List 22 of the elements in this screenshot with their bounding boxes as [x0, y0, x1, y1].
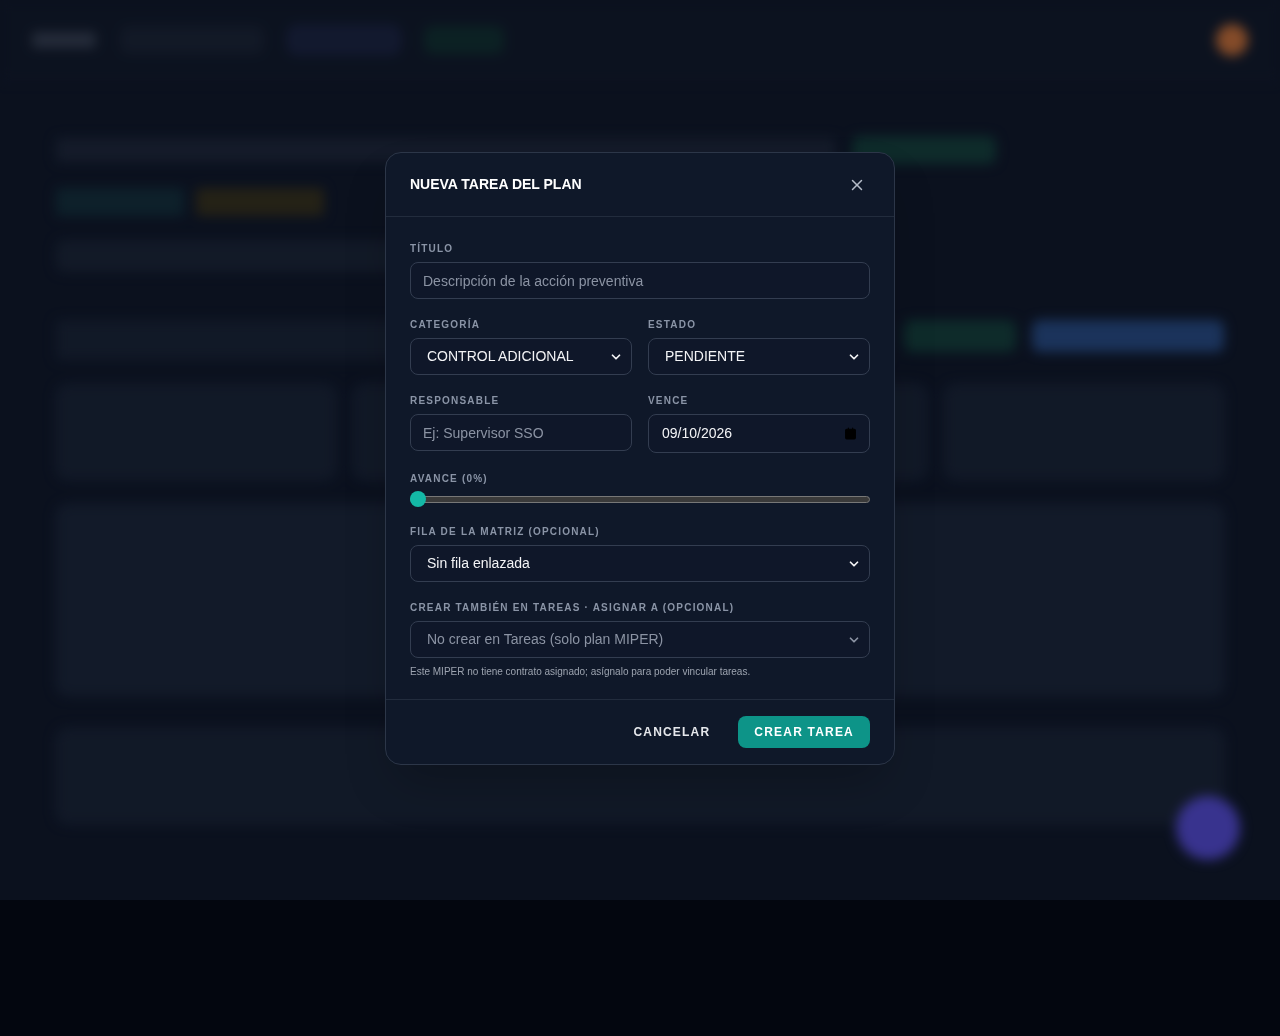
field-label: VENCE [648, 394, 690, 408]
field-label: FILA DE LA MATRIZ (OPCIONAL) [410, 525, 601, 539]
select-field[interactable]: CONTROL ADICIONAL [410, 338, 632, 375]
field-label: CREAR TAMBIÉN EN TAREAS · ASIGNAR A (OPCIONAL) [410, 600, 736, 615]
calendar-icon [844, 427, 857, 440]
field-label: AVANCE (0%) [410, 472, 489, 486]
date-field[interactable]: 09/10/2026 [648, 414, 870, 453]
field-label: RESPONSABLE [410, 394, 501, 408]
select-field[interactable]: PENDIENTE [648, 338, 870, 375]
dialog-title: NUEVA TAREA DEL PLAN [410, 175, 582, 194]
text-field[interactable]: Descripción de la acción preventiva [410, 262, 870, 299]
field-label: CATEGORÍA [410, 317, 482, 332]
cancel-button[interactable]: CANCELAR [629, 716, 715, 748]
field-label: TÍTULO [410, 241, 455, 256]
text-field[interactable]: Ej: Supervisor SSO [410, 414, 632, 451]
hint-text: Este MIPER no tiene contrato asignado; asígnalo para poder vincular tareas. [410, 665, 752, 679]
create-task-button[interactable]: CREAR TAREA [738, 716, 870, 748]
field-label: ESTADO [648, 318, 698, 332]
select-field[interactable]: Sin fila enlazada [410, 545, 870, 582]
progress-slider[interactable] [410, 492, 870, 506]
slider-thumb[interactable] [410, 491, 426, 507]
blurred-fab [1176, 796, 1240, 860]
